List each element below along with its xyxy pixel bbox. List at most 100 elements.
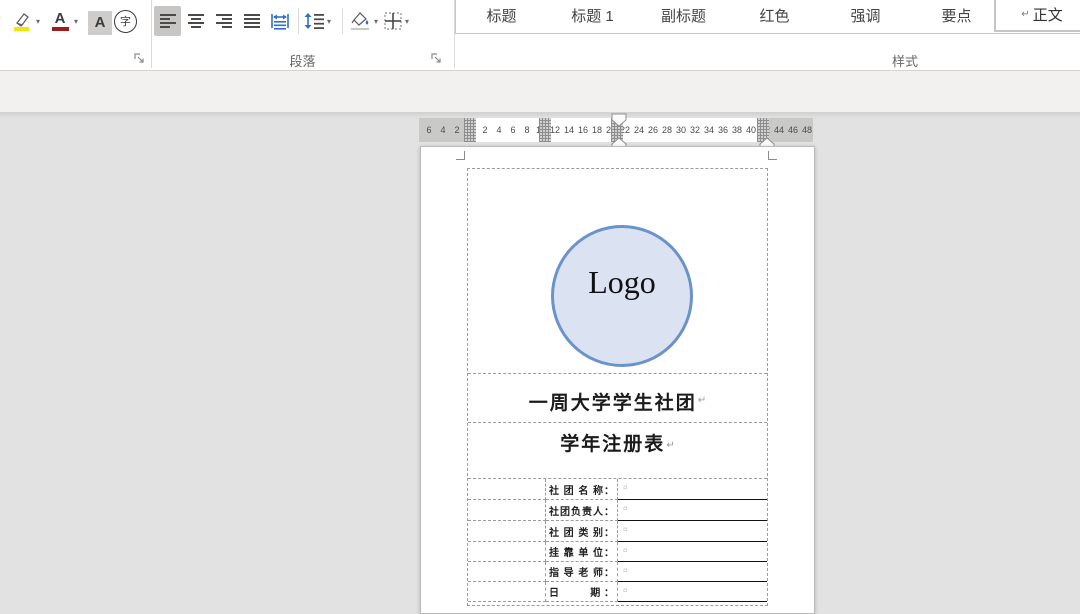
style-item-emphasis[interactable]: 强调 — [820, 1, 911, 32]
text-highlight-button[interactable]: ▾ — [10, 6, 40, 36]
empty-cell[interactable] — [468, 542, 546, 562]
fill-in-line[interactable]: ¤ — [618, 479, 767, 500]
document-page[interactable]: Logo 一周大学学生社团 ↵ 学年注册表 ↵ 社 团 名 称： ¤ — [420, 146, 815, 614]
table-column-marker[interactable] — [539, 118, 551, 142]
fill-in-line[interactable]: ¤ — [618, 582, 767, 602]
borders-icon — [383, 11, 403, 31]
styles-group-label: 样式 — [455, 51, 1080, 70]
form-row-club-name: 社 团 名 称： ¤ — [468, 479, 767, 500]
form-row-advisor: 指 导 老 师： ¤ — [468, 562, 767, 582]
character-shading-icon: A — [88, 11, 112, 35]
registration-table[interactable]: Logo 一周大学学生社团 ↵ 学年注册表 ↵ 社 团 名 称： ¤ — [467, 168, 768, 606]
label-cell[interactable]: 日 期： — [546, 582, 618, 602]
form-row-club-category: 社 团 类 别： ¤ — [468, 521, 767, 542]
label-text: 社 团 名 称： — [546, 482, 617, 497]
align-left-button[interactable] — [154, 6, 181, 36]
line-spacing-button[interactable]: ▾ — [303, 6, 331, 36]
table-column-marker[interactable] — [757, 118, 769, 142]
title-line-2-text: 学年注册表 — [560, 429, 665, 456]
align-right-icon — [214, 11, 234, 31]
paragraph-group-label: 段落 — [151, 51, 454, 70]
word-window: ▾ ▾ A ▾ A 字 — [0, 0, 1080, 614]
title-line-1[interactable]: 一周大学学生社团 ↵ — [468, 374, 767, 423]
title-line-1-text: 一周大学学生社团 — [529, 388, 697, 415]
form-row-affiliated-unit: 挂 靠 单 位： ¤ — [468, 542, 767, 562]
chevron-down-icon: ▾ — [405, 17, 409, 26]
style-item-normal-selected[interactable]: ↵ 正文 — [994, 0, 1080, 32]
empty-cell[interactable] — [468, 500, 546, 521]
align-right-button[interactable] — [210, 6, 237, 36]
label-text: 日 期： — [546, 584, 617, 599]
return-mark-icon: ↵ — [1021, 9, 1029, 20]
empty-cell[interactable] — [468, 479, 546, 500]
separator — [298, 8, 299, 34]
cell-end-mark: ¤ — [623, 483, 627, 492]
form-row-date: 日 期： ¤ — [468, 582, 767, 602]
style-item-subtitle[interactable]: 副标题 — [638, 1, 729, 32]
fill-in-line[interactable]: ¤ — [618, 542, 767, 562]
empty-cell[interactable] — [468, 562, 546, 582]
title-line-2[interactable]: 学年注册表 ↵ — [468, 423, 767, 479]
cell-end-mark: ¤ — [623, 525, 627, 534]
style-item-keypoints[interactable]: 要点 — [911, 1, 1002, 32]
logo-cell[interactable]: Logo — [468, 169, 767, 374]
ribbon: ▾ ▾ A ▾ A 字 — [0, 0, 1080, 71]
style-item-red[interactable]: 红色 — [729, 1, 820, 32]
cell-end-mark: ¤ — [623, 546, 627, 555]
align-center-button[interactable] — [182, 6, 209, 36]
table-column-marker[interactable] — [464, 118, 476, 142]
borders-button[interactable]: ▾ — [383, 6, 409, 36]
chevron-down-icon: ▾ — [36, 17, 40, 26]
shading-button[interactable]: ▾ — [348, 6, 378, 36]
form-rows: 社 团 名 称： ¤ 社团负责人： ¤ 社 团 类 别： ¤ 挂 靠 单 位： … — [468, 479, 767, 605]
label-cell[interactable]: 社 团 类 别： — [546, 521, 618, 542]
label-cell[interactable]: 挂 靠 单 位： — [546, 542, 618, 562]
logo-circle-shape[interactable]: Logo — [551, 225, 693, 367]
ribbon-lower-band — [0, 71, 1080, 113]
enclose-characters-button[interactable]: 字 — [114, 6, 137, 36]
table-column-marker[interactable] — [611, 118, 623, 142]
empty-cell[interactable] — [468, 521, 546, 542]
separator — [342, 8, 343, 34]
chevron-down-icon: ▾ — [74, 17, 78, 26]
horizontal-ruler[interactable]: 64 2 24 68 1012 1416 1820 2224 2628 3032… — [419, 118, 813, 142]
align-center-icon — [186, 11, 206, 31]
label-text: 社团负责人： — [546, 503, 617, 518]
text-boundary-corner-right — [768, 151, 777, 160]
font-color-icon: A — [48, 9, 72, 33]
label-text: 挂 靠 单 位： — [546, 544, 617, 559]
style-item-title[interactable]: 标题 — [456, 1, 547, 32]
paragraph-mark-icon: ↵ — [666, 440, 674, 451]
font-color-button[interactable]: A ▾ — [48, 6, 78, 36]
form-row-club-leader: 社团负责人： ¤ — [468, 500, 767, 521]
character-shading-button[interactable]: A — [88, 8, 112, 38]
justify-icon — [242, 11, 262, 31]
empty-cell[interactable] — [468, 582, 546, 602]
cell-end-mark: ¤ — [623, 566, 627, 575]
fill-in-line[interactable]: ¤ — [618, 521, 767, 542]
distributed-button[interactable] — [266, 6, 293, 36]
enclose-characters-icon: 字 — [114, 10, 137, 33]
cell-end-mark: ¤ — [623, 586, 627, 595]
align-left-icon — [158, 11, 178, 31]
font-dialog-launcher[interactable] — [133, 52, 146, 65]
highlighter-icon — [10, 9, 34, 33]
fill-in-line[interactable]: ¤ — [618, 500, 767, 521]
label-text: 指 导 老 师： — [546, 564, 617, 579]
paragraph-mark-icon: ↵ — [698, 395, 706, 406]
label-cell[interactable]: 社团负责人： — [546, 500, 618, 521]
chevron-down-icon: ▾ — [327, 17, 331, 26]
chevron-down-icon: ▾ — [374, 17, 378, 26]
justify-button[interactable] — [238, 6, 265, 36]
style-item-heading1[interactable]: 标题 1 — [547, 1, 638, 32]
label-text: 社 团 类 别： — [546, 524, 617, 539]
styles-gallery: 标题 标题 1 副标题 红色 强调 要点 ↵ 正文 — [455, 0, 1080, 34]
logo-text: Logo — [588, 264, 656, 364]
fill-in-line[interactable]: ¤ — [618, 562, 767, 582]
cell-end-mark: ¤ — [623, 504, 627, 513]
text-boundary-corner-left — [456, 151, 465, 160]
label-cell[interactable]: 社 团 名 称： — [546, 479, 618, 500]
label-cell[interactable]: 指 导 老 师： — [546, 562, 618, 582]
clipped-dropdown-icon[interactable]: ▾ — [0, 14, 1, 25]
distributed-icon — [270, 11, 290, 31]
